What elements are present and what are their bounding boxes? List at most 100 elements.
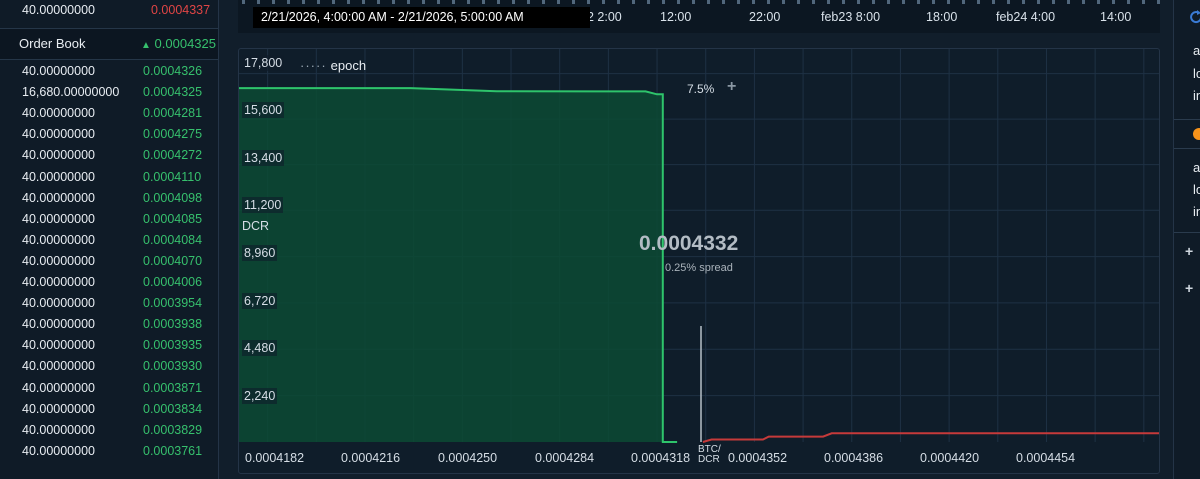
candle-tick [257, 0, 260, 4]
buy-depth-area [239, 88, 678, 442]
time-label: feb23 8:00 [821, 10, 881, 24]
order-book-buy-row[interactable]: 40.00000000 0.0003834 [0, 399, 218, 420]
row-quantity: 40.00000000 [22, 401, 95, 416]
candle-tick [782, 0, 785, 4]
order-book-buy-row[interactable]: 40.00000000 0.0004070 [0, 251, 218, 272]
right-panel-text: in [1193, 88, 1200, 103]
spread-label: 0.25% spread [665, 262, 733, 274]
y-tick-label: 4,480 [242, 340, 278, 356]
order-book-buy-row[interactable]: 40.00000000 0.0004272 [0, 145, 218, 166]
divider [1174, 148, 1200, 149]
candle-tick [362, 0, 365, 4]
candle-tick [512, 0, 515, 4]
plus-icon[interactable]: + [727, 78, 736, 96]
depth-chart[interactable]: 17,800 15,600 13,400 11,200 8,960 6,720 … [238, 48, 1160, 474]
candle-tick [857, 0, 860, 4]
candle-tick [737, 0, 740, 4]
candle-tick [542, 0, 545, 4]
order-book-buy-row[interactable]: 40.00000000 0.0003938 [0, 314, 218, 335]
candle-tick [752, 0, 755, 4]
row-price: 0.0004325 [143, 85, 203, 100]
refresh-icon[interactable] [1190, 10, 1200, 24]
row-price: 0.0004272 [143, 148, 203, 163]
candle-tick [1142, 0, 1145, 4]
chart-legend[interactable]: ····· epoch [300, 58, 366, 73]
candle-tick [572, 0, 575, 4]
x-tick-label: 0.0004216 [341, 451, 401, 465]
mid-price: 0.0004325 [154, 36, 216, 51]
candle-tick [1097, 0, 1100, 4]
epoch-line-swatch: ····· [300, 58, 327, 73]
order-book-buy-row[interactable]: 40.00000000 0.0004281 [0, 103, 218, 124]
time-label: 22:00 [749, 10, 781, 24]
order-book-buy-row[interactable]: 40.00000000 0.0004084 [0, 230, 218, 251]
candle-tick [332, 0, 335, 4]
row-price: 0.0004070 [143, 253, 203, 268]
candle-tick [632, 0, 635, 4]
candle-tick [707, 0, 710, 4]
y-tick-label: 15,600 [242, 102, 285, 118]
order-book-buy-row[interactable]: 16,680.00000000 0.0004325 [0, 82, 218, 103]
row-price: 0.0003761 [143, 443, 203, 458]
plus-icon[interactable]: + [1185, 280, 1193, 296]
candle-tick [437, 0, 440, 4]
order-book-buy-row[interactable]: 40.00000000 0.0004326 [0, 61, 218, 82]
order-book-buy-row[interactable]: 40.00000000 0.0004006 [0, 272, 218, 293]
candle-tick [422, 0, 425, 4]
y-tick-label: 13,400 [242, 150, 285, 166]
row-price: 0.0003935 [143, 338, 203, 353]
right-panel-text: a [1193, 43, 1200, 58]
divider [1174, 232, 1200, 233]
right-panel-text: a [1193, 160, 1200, 175]
candle-tick [347, 0, 350, 4]
candle-tick [1127, 0, 1130, 4]
candle-time-tooltip: 2/21/2026, 4:00:00 AM - 2/21/2026, 5:00:… [253, 7, 590, 28]
time-label: feb24 4:00 [996, 10, 1056, 24]
row-quantity: 40.00000000 [22, 338, 95, 353]
legend-label: epoch [330, 58, 367, 73]
y-tick-label: 8,960 [242, 245, 278, 261]
order-book-buy-row[interactable]: 40.00000000 0.0004085 [0, 209, 218, 230]
candle-tick [917, 0, 920, 4]
sell-depth-line [702, 432, 1159, 443]
candle-tick [452, 0, 455, 4]
row-quantity: 40.00000000 [22, 296, 95, 311]
candle-tick [497, 0, 500, 4]
x-tick-label: 0.0004386 [824, 451, 884, 465]
divider [1174, 119, 1200, 120]
candle-tick [1022, 0, 1025, 4]
plus-icon[interactable]: + [1185, 243, 1193, 259]
order-book-buy-row[interactable]: 40.00000000 0.0004110 [0, 167, 218, 188]
row-quantity: 40.00000000 [22, 422, 95, 437]
candle-tick [722, 0, 725, 4]
order-book-buy-row[interactable]: 40.00000000 0.0003930 [0, 356, 218, 377]
x-tick-label: 0.0004284 [535, 451, 595, 465]
row-price: 0.0004337 [151, 3, 211, 17]
row-price: 0.0003829 [143, 422, 203, 437]
order-book-buy-row[interactable]: 40.00000000 0.0003761 [0, 441, 218, 462]
row-price: 0.0004281 [143, 106, 203, 121]
candle-tick [692, 0, 695, 4]
candle-tick [467, 0, 470, 4]
order-book-buy-row[interactable]: 40.00000000 0.0004275 [0, 124, 218, 145]
candle-tick [302, 0, 305, 4]
row-price: 0.0004098 [143, 190, 203, 205]
order-book-sell-row[interactable]: 40.00000000 0.0004337 [0, 0, 218, 21]
x-tick-label: 0.0004454 [1016, 451, 1076, 465]
order-book-buy-row[interactable]: 40.00000000 0.0003954 [0, 293, 218, 314]
y-tick-label: 17,800 [242, 55, 285, 71]
x-tick-label: 0.0004182 [245, 451, 305, 465]
order-book-buy-row[interactable]: 40.00000000 0.0004098 [0, 188, 218, 209]
candle-tick [482, 0, 485, 4]
order-book-buy-row[interactable]: 40.00000000 0.0003935 [0, 335, 218, 356]
pair-quote: DCR [698, 454, 720, 465]
zoom-percentage: 7.5% [687, 82, 715, 96]
x-tick-label: 0.0004420 [920, 451, 980, 465]
row-price: 0.0004326 [143, 64, 203, 78]
order-book-buy-row[interactable]: 40.00000000 0.0003871 [0, 378, 218, 399]
row-quantity: 40.00000000 [22, 148, 95, 163]
order-book-title: Order Book [19, 36, 86, 51]
y-axis-unit: DCR [242, 219, 270, 233]
order-book-buy-row[interactable]: 40.00000000 0.0003829 [0, 420, 218, 441]
x-tick-label: 0.0004352 [728, 451, 788, 465]
